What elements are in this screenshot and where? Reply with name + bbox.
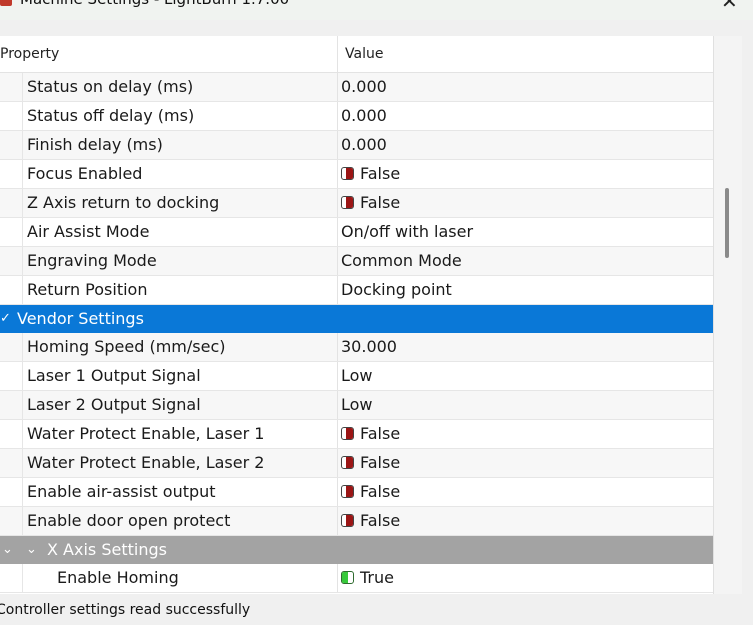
property-label: Finish delay (ms) xyxy=(27,135,163,154)
property-label: Z Axis return to docking xyxy=(27,193,220,212)
toggle-off-icon[interactable] xyxy=(341,514,354,527)
property-label: Enable Homing xyxy=(57,568,179,587)
property-value-toggle[interactable]: False xyxy=(341,478,400,506)
toggle-off-icon[interactable] xyxy=(341,485,354,498)
title-bar: Machine Settings - LightBurn 1.7.00 ✕ xyxy=(0,0,753,20)
property-row[interactable]: Laser 1 Output Signal Low xyxy=(0,362,713,391)
property-value-toggle[interactable]: False xyxy=(341,189,400,217)
property-row[interactable]: Status on delay (ms) 0.000 xyxy=(0,73,713,102)
property-value-dropdown[interactable]: Common Mode xyxy=(341,247,462,275)
toggle-value-text: True xyxy=(360,568,394,587)
property-label: Enable air-assist output xyxy=(27,482,216,501)
property-row[interactable]: Laser 2 Output Signal Low xyxy=(0,391,713,420)
category-label: X Axis Settings xyxy=(47,540,167,559)
chevron-down-icon[interactable]: ⌄ xyxy=(2,536,13,564)
toggle-value-text: False xyxy=(360,424,401,443)
status-bar-message: Controller settings read successfully xyxy=(0,602,251,618)
property-value-toggle[interactable]: False xyxy=(341,449,400,477)
toggle-value-text: False xyxy=(360,453,401,472)
property-label: Laser 1 Output Signal xyxy=(27,366,201,385)
toggle-value-text: False xyxy=(360,511,401,530)
toggle-on-icon[interactable] xyxy=(341,571,354,584)
property-row[interactable]: Air Assist Mode On/off with laser xyxy=(0,218,713,247)
toggle-value-text: False xyxy=(360,164,401,183)
toggle-off-icon[interactable] xyxy=(341,167,354,180)
property-row[interactable]: Return Position Docking point xyxy=(0,276,713,305)
property-column-header[interactable]: Property xyxy=(0,36,59,72)
property-row[interactable]: Status off delay (ms) 0.000 xyxy=(0,102,713,131)
property-row[interactable]: Focus Enabled False xyxy=(0,160,713,189)
toggle-value-text: False xyxy=(360,482,401,501)
property-row[interactable]: Enable Homing True xyxy=(0,564,713,593)
property-value-toggle[interactable]: False xyxy=(341,160,400,188)
property-label: Status off delay (ms) xyxy=(27,106,195,125)
property-value-dropdown[interactable]: On/off with laser xyxy=(341,218,473,246)
property-row[interactable]: Z Axis return to docking False xyxy=(0,189,713,218)
scrollbar-thumb[interactable] xyxy=(725,188,729,258)
toggle-off-icon[interactable] xyxy=(341,196,354,209)
window-title: Machine Settings - LightBurn 1.7.00 xyxy=(20,0,289,8)
property-value-dropdown[interactable]: Low xyxy=(341,391,373,419)
chevron-down-icon[interactable]: ⌄ xyxy=(26,536,37,564)
category-x-axis-settings[interactable]: ⌄ ⌄ X Axis Settings xyxy=(0,536,713,564)
grid-header: Property Value xyxy=(0,36,713,73)
property-row[interactable]: Water Protect Enable, Laser 2 False xyxy=(0,449,713,478)
property-grid: Property Value Status on delay (ms) 0.00… xyxy=(0,36,713,594)
column-divider[interactable] xyxy=(337,36,338,72)
property-label: Water Protect Enable, Laser 2 xyxy=(27,453,265,472)
property-value[interactable]: 30.000 xyxy=(341,333,397,361)
category-vendor-settings[interactable]: ✓ Vendor Settings xyxy=(0,305,713,333)
vertical-scrollbar[interactable] xyxy=(713,36,742,594)
property-row[interactable]: Enable air-assist output False xyxy=(0,478,713,507)
property-label: Water Protect Enable, Laser 1 xyxy=(27,424,265,443)
property-row[interactable]: Finish delay (ms) 0.000 xyxy=(0,131,713,160)
property-value-dropdown[interactable]: Low xyxy=(341,362,373,390)
property-label: Enable door open protect xyxy=(27,511,231,530)
toggle-value-text: False xyxy=(360,193,401,212)
property-value[interactable]: 0.000 xyxy=(341,131,387,159)
property-label: Status on delay (ms) xyxy=(27,77,194,96)
property-label: Laser 2 Output Signal xyxy=(27,395,201,414)
category-label: Vendor Settings xyxy=(17,309,144,328)
property-row[interactable]: Engraving Mode Common Mode xyxy=(0,247,713,276)
grid-rows: Status on delay (ms) 0.000 Status off de… xyxy=(0,73,713,593)
property-value-toggle[interactable]: True xyxy=(341,564,394,592)
property-value-toggle[interactable]: False xyxy=(341,420,400,448)
property-row[interactable]: Homing Speed (mm/sec) 30.000 xyxy=(0,333,713,362)
property-label: Focus Enabled xyxy=(27,164,143,183)
toggle-off-icon[interactable] xyxy=(341,456,354,469)
property-value-dropdown[interactable]: Docking point xyxy=(341,276,452,304)
property-label: Homing Speed (mm/sec) xyxy=(27,337,226,356)
property-label: Air Assist Mode xyxy=(27,222,150,241)
value-column-header[interactable]: Value xyxy=(345,36,383,72)
property-value[interactable]: 0.000 xyxy=(341,102,387,130)
property-label: Engraving Mode xyxy=(27,251,157,270)
close-icon[interactable]: ✕ xyxy=(721,0,738,13)
chevron-down-icon[interactable]: ✓ xyxy=(0,305,11,333)
property-row[interactable]: Water Protect Enable, Laser 1 False xyxy=(0,420,713,449)
app-icon xyxy=(0,0,12,6)
property-value-toggle[interactable]: False xyxy=(341,507,400,535)
property-value[interactable]: 0.000 xyxy=(341,73,387,101)
property-label: Return Position xyxy=(27,280,148,299)
toggle-off-icon[interactable] xyxy=(341,427,354,440)
property-row[interactable]: Enable door open protect False xyxy=(0,507,713,536)
